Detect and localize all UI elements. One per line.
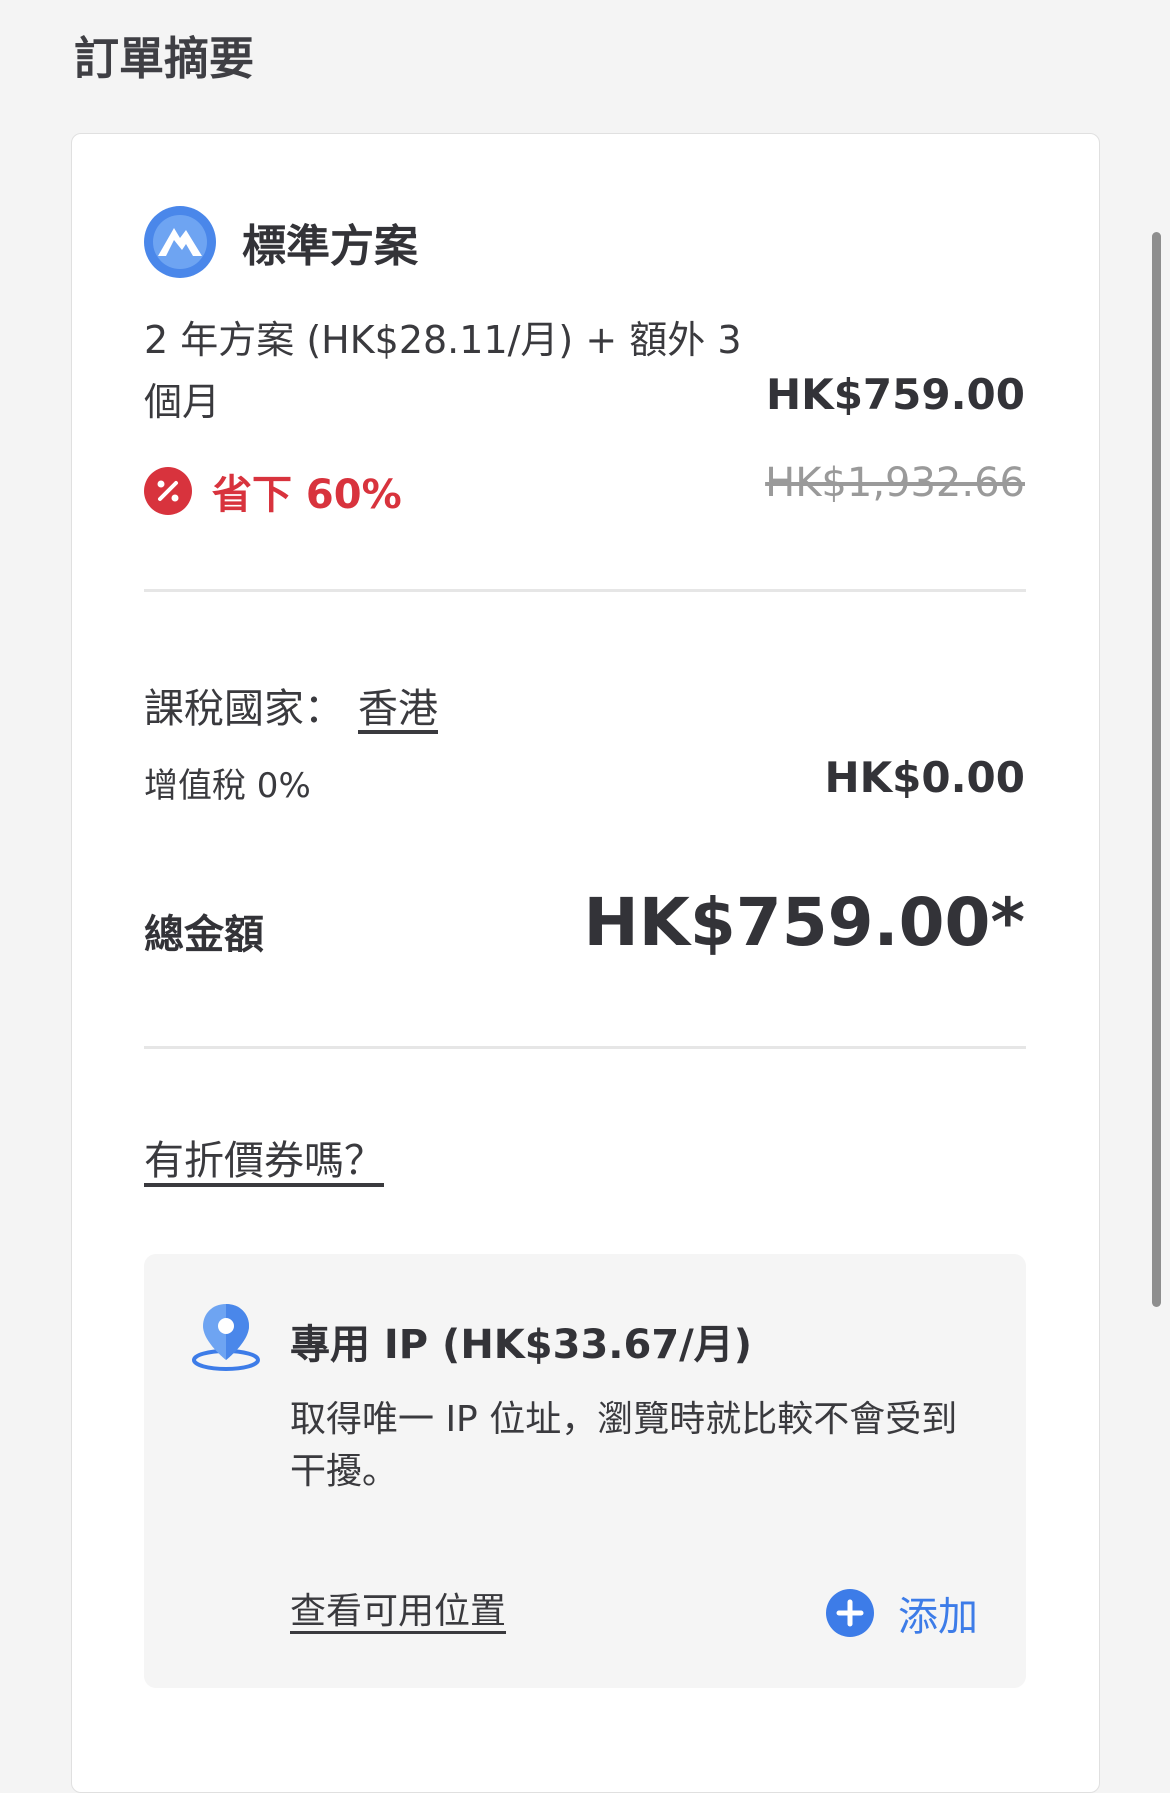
percent-badge-icon: [144, 467, 192, 515]
tax-country-label: 課稅國家：: [144, 686, 344, 732]
tax-country-row: 課稅國家： 香港: [144, 676, 438, 734]
add-button[interactable]: 添加: [826, 1584, 978, 1642]
savings-badge: 省下 60%: [144, 462, 402, 520]
total-label: 總金額: [144, 912, 264, 958]
vat-label: 增值稅 0%: [144, 766, 311, 806]
plus-circle-icon: [826, 1589, 874, 1637]
vat-amount: HK$0.00: [824, 753, 1025, 802]
divider: [144, 1046, 1026, 1049]
plan-name: 標準方案: [242, 221, 418, 272]
order-summary-card: 標準方案 2 年方案 (HK$28.11/月) + 額外 3 個月 HK$759…: [71, 133, 1100, 1793]
tax-country-link[interactable]: 香港: [358, 686, 438, 732]
divider: [144, 589, 1026, 592]
scrollbar[interactable]: [1152, 232, 1161, 1307]
plan-header: 標準方案: [144, 206, 418, 278]
location-pin-icon: [192, 1304, 260, 1371]
mountain-logo-icon: [144, 206, 216, 278]
page-title: 訂單摘要: [74, 32, 255, 85]
original-price: HK$1,932.66: [765, 460, 1025, 506]
plan-price: HK$759.00: [766, 370, 1025, 419]
addon-description: 取得唯一 IP 位址，瀏覽時就比較不會受到干擾。: [290, 1399, 958, 1492]
add-label: 添加: [898, 1594, 978, 1640]
view-locations-link[interactable]: 查看可用位置: [290, 1582, 506, 1634]
plan-description: 2 年方案 (HK$28.11/月) + 額外 3 個月: [144, 318, 742, 424]
total-amount: HK$759.00*: [583, 884, 1025, 961]
coupon-link[interactable]: 有折價券嗎？: [144, 1128, 384, 1186]
dedicated-ip-addon: 專用 IP (HK$33.67/月) 取得唯一 IP 位址，瀏覽時就比較不會受到…: [144, 1254, 1026, 1688]
addon-title: 專用 IP (HK$33.67/月): [290, 1322, 753, 1368]
savings-text: 省下 60%: [212, 472, 402, 518]
